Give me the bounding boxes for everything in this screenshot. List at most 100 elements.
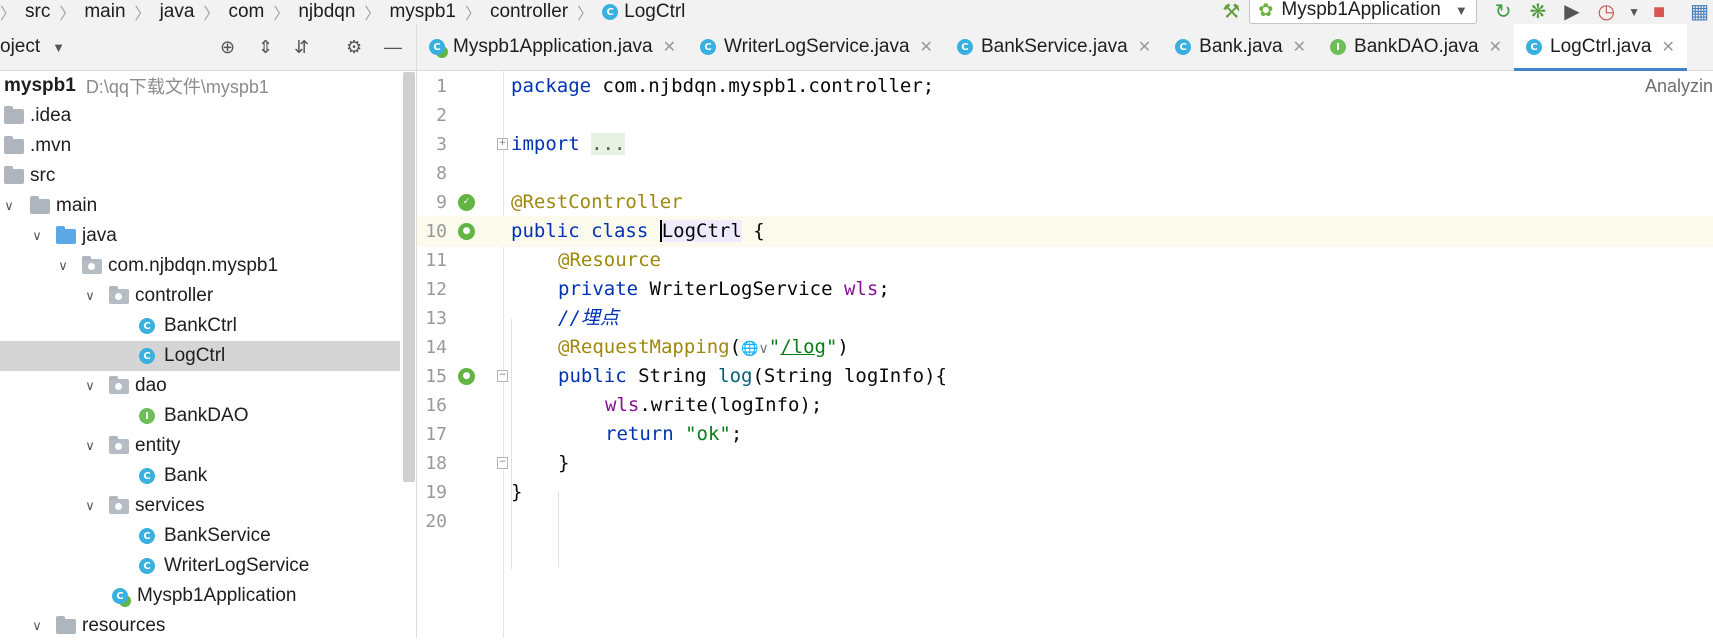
tab-bankservice[interactable]: C BankService.java ✕ — [945, 24, 1163, 70]
code-line: 11 @Resource — [417, 245, 1713, 276]
close-icon[interactable]: ✕ — [920, 37, 933, 57]
breadcrumb-separator: 〉 — [364, 6, 381, 23]
fold-plus-icon[interactable]: + — [497, 138, 508, 150]
tree-item-writerlogservice[interactable]: C WriterLogService — [139, 551, 309, 581]
request-mapping-gutter-icon[interactable]: ● — [458, 368, 475, 385]
breadcrumb-separator: 〉 — [59, 6, 76, 23]
tree-item-java[interactable]: ∨ java — [28, 221, 117, 251]
debug-bug-icon[interactable]: ❋ — [1530, 2, 1547, 22]
chevron-down-icon[interactable]: ▼ — [52, 40, 65, 55]
breadcrumb-logctrl[interactable]: LogCtrl — [624, 1, 685, 23]
chevron-down-icon[interactable]: ∨ — [54, 258, 72, 274]
breadcrumb-src[interactable]: src — [25, 1, 50, 23]
close-icon[interactable]: ✕ — [1489, 37, 1502, 57]
tree-item-main[interactable]: ∨ main — [0, 191, 97, 221]
breadcrumb-main[interactable]: main — [84, 1, 125, 23]
tree-item-resources[interactable]: ∨ resources — [28, 611, 165, 641]
code-line: 15 ● − public String log(String logInfo)… — [417, 361, 1713, 392]
code-line: 17 return "ok"; — [417, 419, 1713, 450]
fold-end-icon[interactable]: − — [497, 457, 508, 469]
line-number: 2 — [436, 105, 447, 126]
run-configuration-selector[interactable]: ✿ Myspb1Application ▼ — [1249, 0, 1477, 24]
breadcrumb-myspb1[interactable]: myspb1 — [389, 1, 456, 23]
profiler-icon[interactable]: ◷ — [1598, 2, 1615, 22]
spring-bean-gutter-icon[interactable]: ● — [458, 223, 475, 240]
close-icon[interactable]: ✕ — [663, 37, 676, 57]
tree-item-label: services — [135, 495, 205, 516]
code-text: private WriterLogService wls; — [558, 278, 890, 300]
tree-item-idea[interactable]: .idea — [4, 101, 71, 131]
run-with-coverage-icon[interactable]: ▶ — [1564, 2, 1579, 22]
tree-item-myspb1application[interactable]: C Myspb1Application — [112, 581, 296, 611]
tree-item-logctrl[interactable]: C LogCtrl — [0, 341, 400, 371]
globe-icon[interactable]: 🌐∨ — [741, 341, 769, 357]
chevron-down-icon[interactable]: ∨ — [81, 288, 99, 304]
tree-item-controller[interactable]: ∨ controller — [81, 281, 213, 311]
tree-item-dao[interactable]: ∨ dao — [81, 371, 166, 401]
folded-imports[interactable]: ... — [591, 133, 626, 155]
code-editor[interactable]: Analyzin 1 package com.njbdqn.myspb1.con… — [417, 71, 1713, 638]
close-icon[interactable]: ✕ — [1293, 37, 1306, 57]
tree-item-bankservice[interactable]: C BankService — [139, 521, 271, 551]
chevron-down-icon[interactable]: ∨ — [0, 198, 18, 214]
code-text: package com.njbdqn.myspb1.controller; — [511, 75, 935, 97]
chevron-down-icon[interactable]: ∨ — [28, 618, 46, 634]
build-hammer-icon[interactable]: ⚒ — [1222, 2, 1240, 22]
resources-folder-icon — [56, 615, 76, 634]
hide-minus-icon[interactable]: — — [384, 37, 402, 58]
tab-writerlogservice[interactable]: C WriterLogService.java ✕ — [688, 24, 945, 70]
package-icon — [109, 285, 129, 304]
gear-icon[interactable]: ⚙ — [346, 37, 362, 58]
url-link[interactable]: /log — [780, 336, 826, 358]
close-icon[interactable]: ✕ — [1661, 37, 1674, 57]
tree-item-mvn[interactable]: .mvn — [4, 131, 71, 161]
chevron-down-icon[interactable]: ∨ — [81, 498, 99, 514]
breadcrumb-java[interactable]: java — [160, 1, 195, 23]
project-tree-scrollbar[interactable] — [403, 72, 415, 482]
class-icon: C — [602, 4, 619, 20]
locate-target-icon[interactable]: ⊕ — [220, 37, 235, 58]
rerun-icon[interactable]: ↻ — [1495, 2, 1512, 22]
tab-logctrl[interactable]: C LogCtrl.java ✕ — [1514, 24, 1687, 71]
tree-item-label: BankService — [164, 525, 271, 546]
tree-item-label: .mvn — [30, 135, 72, 156]
tree-root-path: D:\qq下载文件\myspb1 — [85, 77, 269, 97]
code-line: 12 private WriterLogService wls; — [417, 274, 1713, 305]
close-icon[interactable]: ✕ — [1138, 37, 1151, 57]
stop-icon[interactable]: ■ — [1653, 2, 1665, 22]
more-run-options-chevron-icon[interactable]: ▼ — [1628, 2, 1640, 22]
line-number: 10 — [425, 221, 447, 242]
project-structure-icon[interactable]: ▦ — [1690, 2, 1709, 22]
tree-item-src[interactable]: src — [4, 161, 55, 191]
code-line-current: 10 ● public class LogCtrl { — [417, 216, 1713, 247]
project-panel-title[interactable]: oject — [0, 36, 40, 58]
package-icon — [109, 495, 129, 514]
tree-item-bank[interactable]: C Bank — [139, 461, 207, 491]
spring-bean-gutter-icon[interactable]: ✓ — [458, 194, 475, 211]
tab-bank[interactable]: C Bank.java ✕ — [1163, 24, 1318, 70]
breadcrumb-separator: 〉 — [273, 6, 290, 23]
tree-item-entity[interactable]: ∨ entity — [81, 431, 180, 461]
breadcrumb-njbdqn[interactable]: njbdqn — [298, 1, 355, 23]
tab-myspb1application[interactable]: C Myspb1Application.java ✕ — [417, 24, 688, 70]
chevron-down-icon: ▼ — [1454, 2, 1468, 18]
code-text: @Resource — [558, 249, 661, 271]
code-line: 9 ✓ @RestController — [417, 187, 1713, 218]
chevron-down-icon[interactable]: ∨ — [81, 378, 99, 394]
tree-item-bankdao[interactable]: I BankDAO — [139, 401, 248, 431]
tree-item-package-root[interactable]: ∨ com.njbdqn.myspb1 — [54, 251, 278, 281]
tree-item-services[interactable]: ∨ services — [81, 491, 205, 521]
tree-item-label: entity — [135, 435, 181, 456]
chevron-down-icon[interactable]: ∨ — [81, 438, 99, 454]
fold-minus-icon[interactable]: − — [497, 370, 508, 382]
tree-item-bankctrl[interactable]: C BankCtrl — [139, 311, 237, 341]
breadcrumb-com[interactable]: com — [228, 1, 264, 23]
tab-bankdao[interactable]: I BankDAO.java ✕ — [1318, 24, 1514, 70]
breadcrumb-controller[interactable]: controller — [490, 1, 568, 23]
expand-all-icon[interactable]: ⇕ — [258, 37, 273, 58]
interface-icon: I — [139, 408, 155, 424]
chevron-down-icon[interactable]: ∨ — [28, 228, 46, 244]
tree-root[interactable]: myspb1 D:\qq下载文件\myspb1 — [4, 71, 269, 101]
editor-tabs: C Myspb1Application.java ✕ C WriterLogSe… — [417, 24, 1713, 71]
collapse-all-icon[interactable]: ⇵ — [294, 37, 309, 58]
